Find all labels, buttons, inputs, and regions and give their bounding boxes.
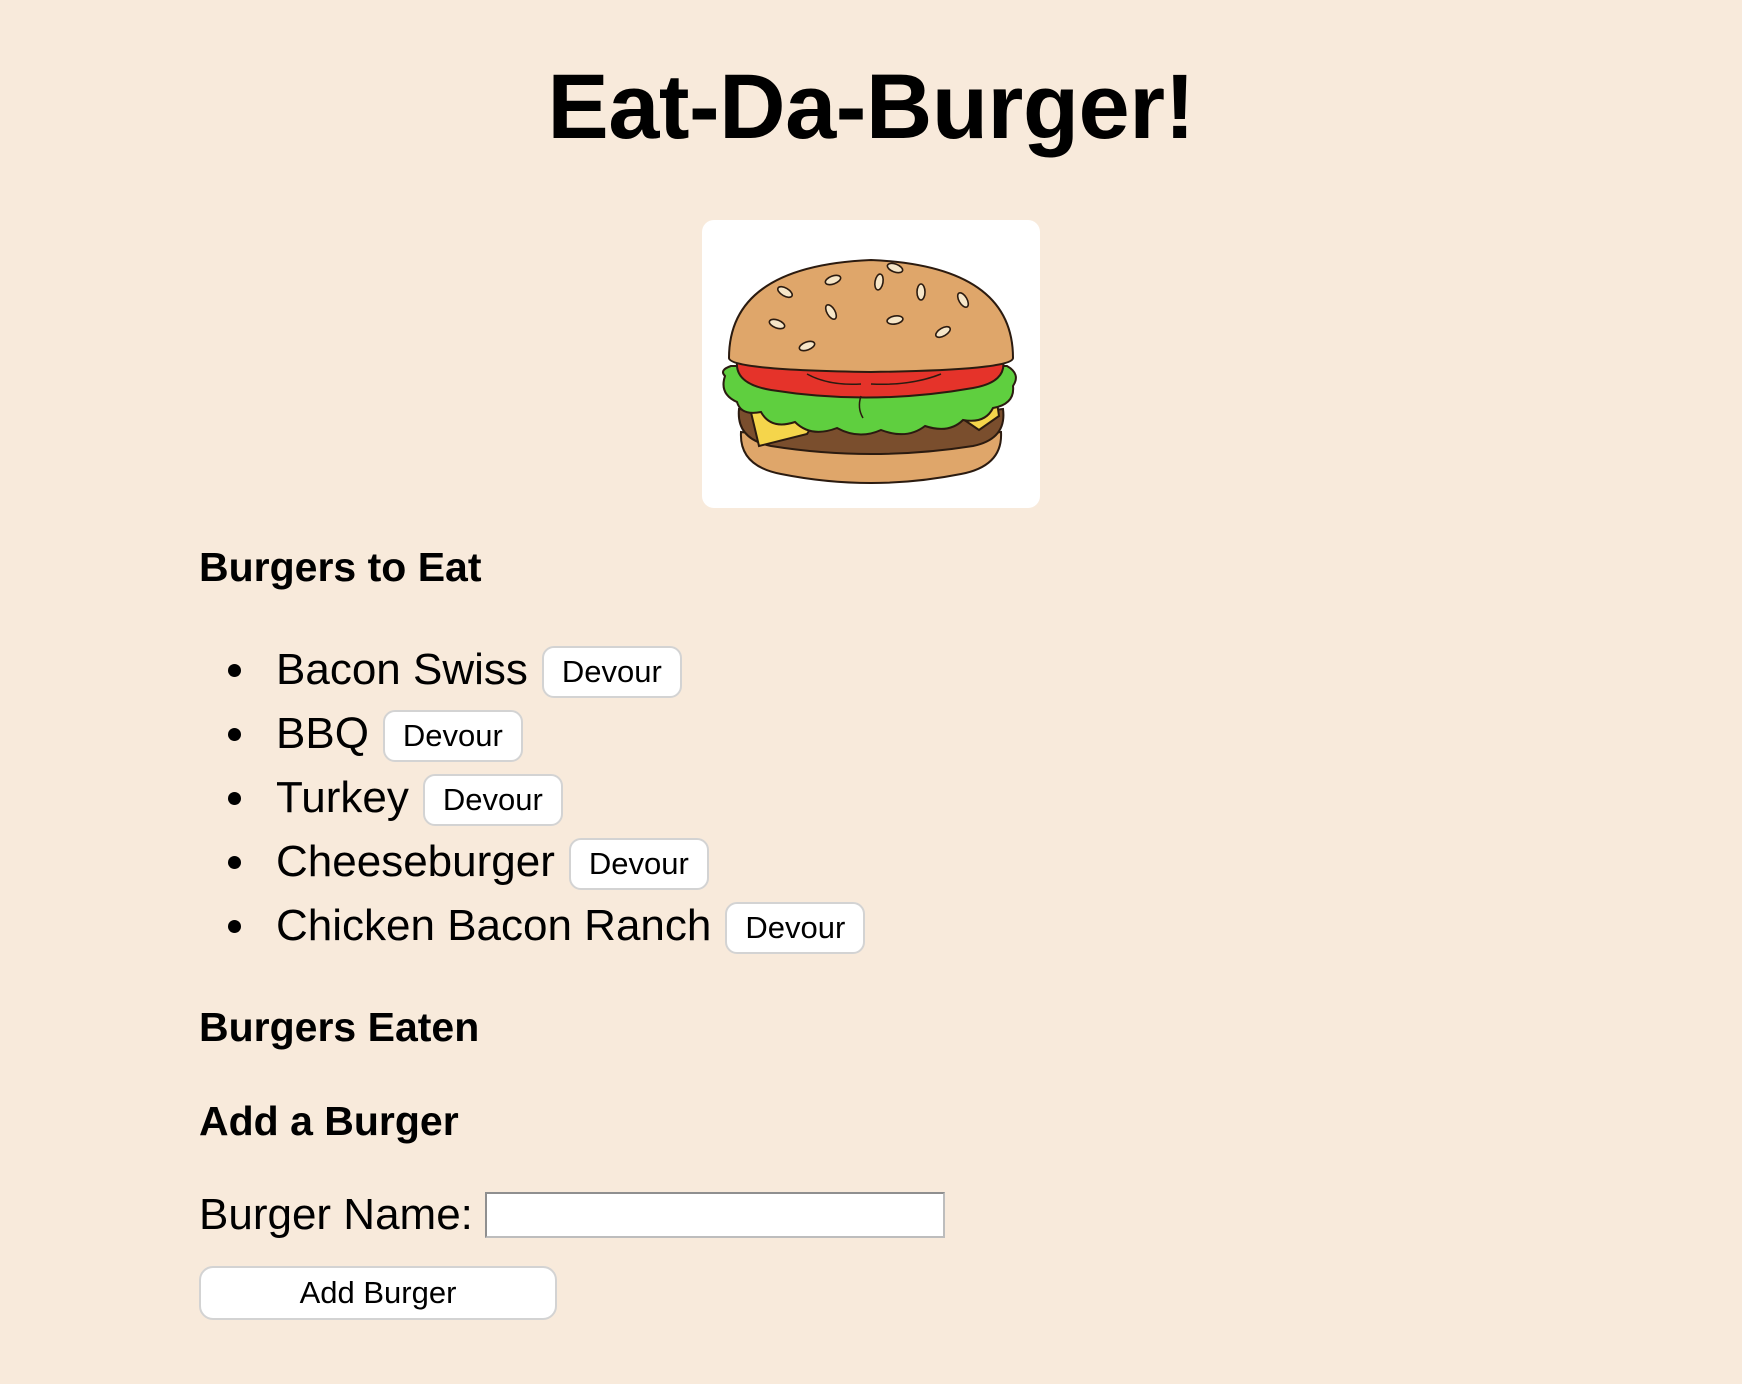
devour-button[interactable]: Devour bbox=[541, 646, 682, 698]
bullet-icon bbox=[228, 791, 241, 805]
burgers-eaten-heading: Burgers Eaten bbox=[199, 1004, 480, 1050]
bullet-icon bbox=[228, 663, 241, 677]
bullet-icon bbox=[228, 855, 241, 869]
burger-name: Chicken Bacon Ranch bbox=[276, 901, 712, 950]
burger-name: Cheeseburger bbox=[276, 837, 555, 886]
list-item: Bacon Swiss Devour bbox=[225, 638, 865, 702]
add-burger-form: Burger Name: Add Burger bbox=[199, 1190, 945, 1320]
bullet-icon bbox=[228, 727, 241, 741]
devour-button[interactable]: Devour bbox=[725, 902, 866, 954]
burger-image bbox=[702, 220, 1040, 508]
devour-button[interactable]: Devour bbox=[382, 710, 523, 762]
burger-name-input[interactable] bbox=[484, 1192, 945, 1238]
burger-name: Turkey bbox=[276, 773, 409, 822]
burger-name: Bacon Swiss bbox=[276, 645, 528, 694]
burger-name: BBQ bbox=[276, 709, 369, 758]
add-burger-button[interactable]: Add Burger bbox=[199, 1266, 557, 1320]
bullet-icon bbox=[228, 919, 241, 933]
burger-icon bbox=[722, 258, 1017, 484]
list-item: BBQ Devour bbox=[225, 702, 865, 766]
list-item: Turkey Devour bbox=[225, 766, 865, 830]
burger-name-label: Burger Name: bbox=[199, 1190, 473, 1239]
list-item: Cheeseburger Devour bbox=[225, 830, 865, 894]
add-burger-heading: Add a Burger bbox=[199, 1098, 459, 1144]
burger-name-row: Burger Name: bbox=[199, 1190, 945, 1240]
devour-button[interactable]: Devour bbox=[568, 838, 709, 890]
devour-button[interactable]: Devour bbox=[422, 774, 563, 826]
burgers-to-eat-list: Bacon Swiss Devour BBQ Devour Turkey Dev… bbox=[225, 638, 866, 958]
page-title: Eat-Da-Burger! bbox=[547, 56, 1195, 158]
list-item: Chicken Bacon Ranch Devour bbox=[225, 894, 866, 958]
burgers-to-eat-heading: Burgers to Eat bbox=[199, 544, 482, 590]
